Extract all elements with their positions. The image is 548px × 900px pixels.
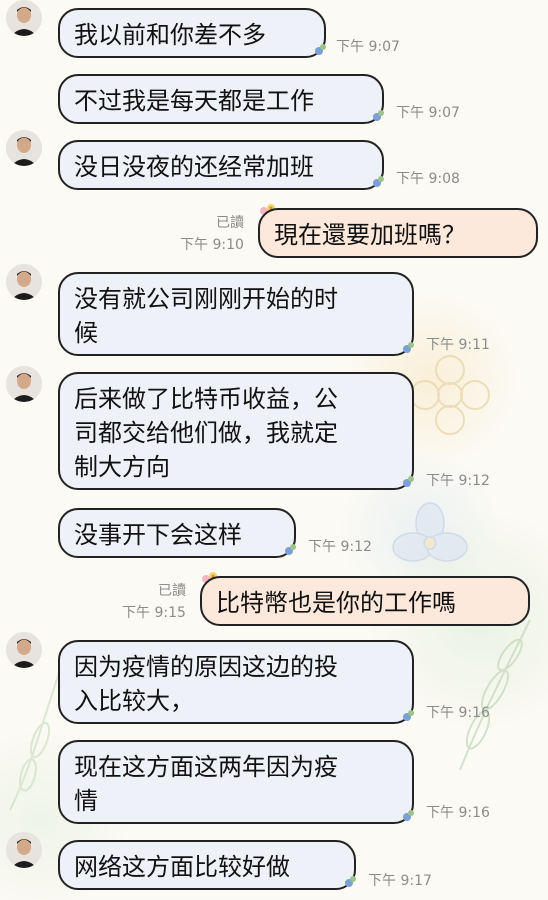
leaf-decoration-icon <box>459 619 531 771</box>
delivered-icon <box>373 110 384 121</box>
message-bubble[interactable]: 我以前和你差不多 <box>58 8 326 58</box>
message-text: 司都交给他们做，我就定 <box>74 419 338 447</box>
delivered-icon <box>345 876 356 887</box>
message-timestamp: 下午 9:07 <box>396 105 460 121</box>
message-text: 现在这方面这两年因为疫 <box>74 753 338 781</box>
message-bubble[interactable]: 比特幣也是你的工作嗎 <box>200 576 530 626</box>
message-text: 没日没夜的还经常加班 <box>74 153 314 181</box>
message-text: 因为疫情的原因这边的投 <box>74 653 338 681</box>
message-text: 入比较大， <box>74 687 194 715</box>
avatar[interactable] <box>6 264 42 300</box>
message-text: 没有就公司刚刚开始的时 <box>74 285 338 313</box>
message-text: 不过我是每天都是工作 <box>74 87 314 115</box>
read-receipt: 已讀 <box>158 583 186 599</box>
message-timestamp: 下午 9:11 <box>426 337 490 353</box>
message-text: 我以前和你差不多 <box>74 21 266 49</box>
message-timestamp: 下午 9:08 <box>396 171 460 187</box>
message-timestamp: 下午 9:07 <box>336 39 400 55</box>
message-text: 現在還要加班嗎？ <box>274 221 466 249</box>
avatar[interactable] <box>6 130 42 166</box>
message-text: 没事开下会这样 <box>74 521 242 549</box>
message-text: 网络这方面比较好做 <box>74 853 290 881</box>
message-timestamp: 下午 9:12 <box>308 539 372 555</box>
message-text: 制大方向 <box>74 453 170 481</box>
message-bubble[interactable]: 网络这方面比较好做 <box>58 840 356 890</box>
delivered-icon <box>403 476 414 487</box>
read-receipt: 已讀 <box>216 215 244 231</box>
avatar[interactable] <box>6 366 42 402</box>
avatar[interactable] <box>6 632 42 668</box>
message-bubble[interactable]: 現在還要加班嗎？ <box>258 208 538 258</box>
message-timestamp: 下午 9:16 <box>426 705 490 721</box>
avatar[interactable] <box>6 0 42 36</box>
delivered-icon <box>285 544 296 555</box>
message-bubble[interactable]: 没事开下会这样 <box>58 508 296 558</box>
message-bubble[interactable]: 现在这方面这两年因为疫 情 <box>58 740 414 824</box>
message-bubble[interactable]: 因为疫情的原因这边的投 入比较大， <box>58 640 414 724</box>
message-text: 候 <box>74 319 98 347</box>
message-timestamp: 下午 9:16 <box>426 805 490 821</box>
message-bubble[interactable]: 不过我是每天都是工作 <box>58 74 384 124</box>
delivered-icon <box>315 44 326 55</box>
delivered-icon <box>373 176 384 187</box>
message-text: 后来做了比特币收益，公 <box>74 385 338 413</box>
message-text: 情 <box>74 787 98 815</box>
message-bubble[interactable]: 没有就公司刚刚开始的时 候 <box>58 272 414 356</box>
message-bubble[interactable]: 后来做了比特币收益，公 司都交给他们做，我就定 制大方向 <box>58 372 414 490</box>
delivered-icon <box>403 342 414 353</box>
avatar[interactable] <box>6 832 42 868</box>
message-timestamp: 下午 9:15 <box>122 605 186 621</box>
message-timestamp: 下午 9:10 <box>180 237 244 253</box>
delivered-icon <box>403 710 414 721</box>
message-bubble[interactable]: 没日没夜的还经常加班 <box>58 140 384 190</box>
message-text: 比特幣也是你的工作嗎 <box>216 589 456 617</box>
flower-decoration-icon <box>392 502 468 562</box>
delivered-icon <box>403 810 414 821</box>
message-timestamp: 下午 9:17 <box>368 873 432 889</box>
message-timestamp: 下午 9:12 <box>426 473 490 489</box>
